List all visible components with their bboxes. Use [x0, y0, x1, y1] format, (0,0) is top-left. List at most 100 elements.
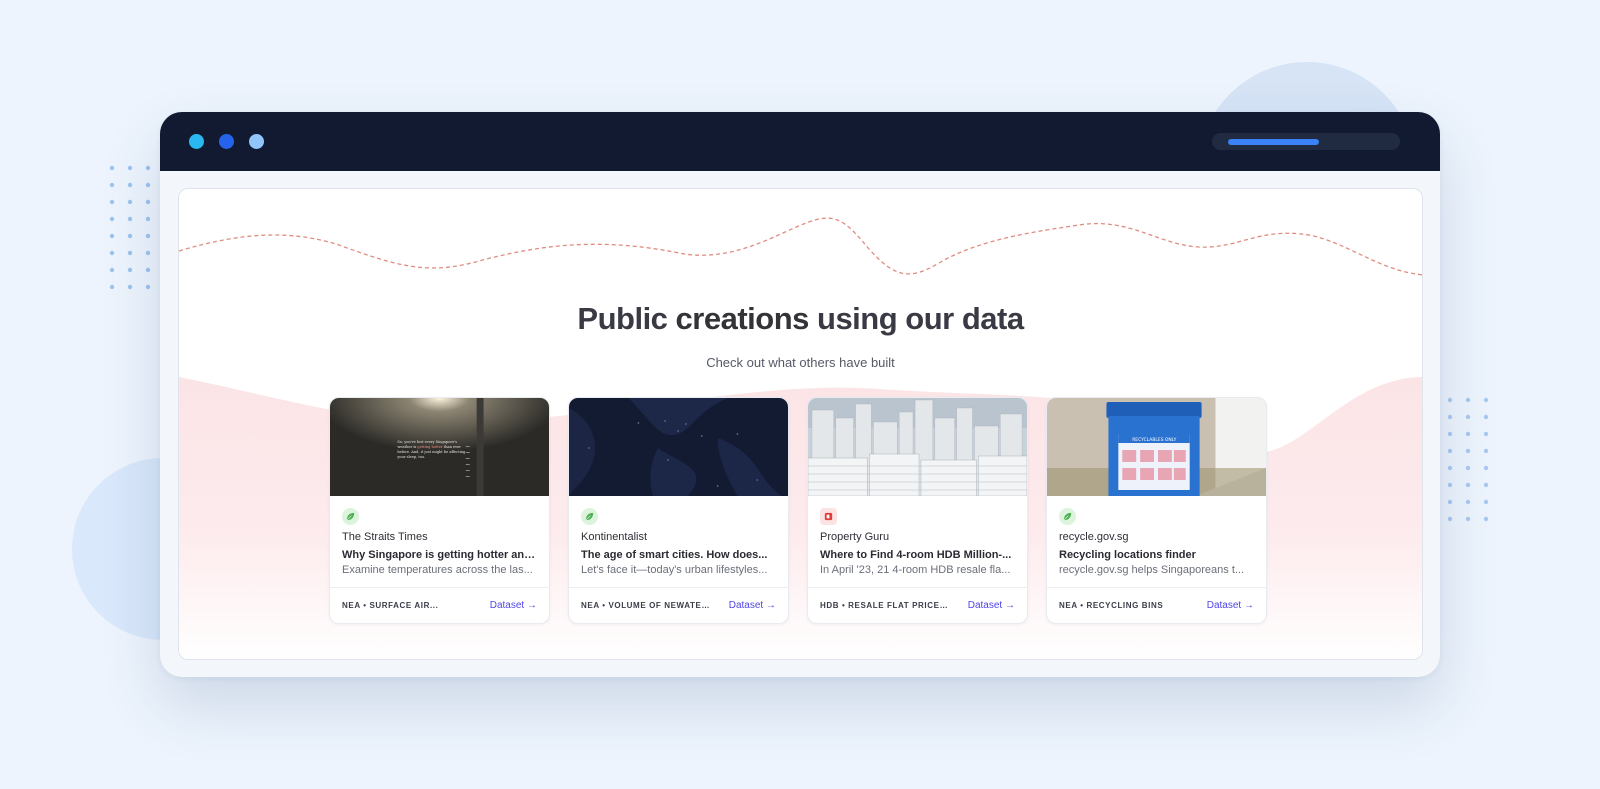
address-bar-progress	[1228, 139, 1319, 145]
decorative-dot	[109, 284, 115, 290]
svg-text:before. And, it just might be: before. And, it just might be affecting	[397, 450, 466, 454]
decorative-dot	[145, 284, 151, 290]
window-dot-light-blue	[249, 134, 264, 149]
creation-card[interactable]: Kontinentalist The age of smart cities. …	[568, 397, 789, 624]
decorative-dot	[1483, 499, 1489, 505]
decorative-dot	[1447, 414, 1453, 420]
dataset-tag: NEA • VOLUME OF NEWATER...	[581, 601, 711, 610]
decorative-dot	[145, 267, 151, 273]
decorative-dot	[1465, 516, 1471, 522]
decorative-dot	[1447, 448, 1453, 454]
decorative-dot	[1465, 448, 1471, 454]
decorative-dot	[145, 233, 151, 239]
card-source: The Straits Times	[342, 531, 428, 543]
card-description: recycle.gov.sg helps Singaporeans t...	[1059, 564, 1245, 576]
card-title[interactable]: Recycling locations finder	[1059, 549, 1254, 561]
svg-text:your sleep, too.: your sleep, too.	[396, 455, 425, 459]
decorative-dot	[1483, 397, 1489, 403]
decorative-dot	[145, 250, 151, 256]
decorative-dot	[1465, 482, 1471, 488]
creation-card[interactable]: Property Guru Where to Find 4-room HDB M…	[807, 397, 1028, 624]
card-image-map	[569, 398, 788, 496]
dot-grid-left	[109, 165, 151, 290]
decorative-dot	[127, 216, 133, 222]
decorative-dot	[127, 284, 133, 290]
decorative-dot	[1447, 482, 1453, 488]
recyclables-only-label: RECYCLABLES ONLY	[1132, 437, 1176, 443]
card-footer: NEA • SURFACE AIR... Dataset →	[330, 587, 549, 623]
decorative-dot	[127, 165, 133, 171]
decorative-dot	[1465, 397, 1471, 403]
decorative-dot	[109, 233, 115, 239]
card-description: Let's face it—today's urban lifestyles..…	[581, 564, 768, 576]
decorative-dot	[127, 199, 133, 205]
card-title[interactable]: The age of smart cities. How does...	[581, 549, 776, 561]
creation-card[interactable]: RECYCLABLES ONLY recycle.gov.sg Recyclin…	[1046, 397, 1267, 624]
card-image-straits-times: So, you've lost every Singapore's weathe…	[330, 398, 549, 496]
dataset-tag: HDB • RESALE FLAT PRICES...	[820, 601, 950, 610]
leaf-icon	[581, 508, 598, 525]
card-title[interactable]: Where to Find 4-room HDB Million-...	[820, 549, 1015, 561]
dataset-link[interactable]: Dataset →	[729, 600, 776, 611]
card-source: Kontinentalist	[581, 531, 648, 543]
decorative-dot	[1483, 516, 1489, 522]
dot-grid-right	[1447, 397, 1489, 522]
decorative-dot	[145, 199, 151, 205]
dataset-link[interactable]: Dataset →	[968, 600, 1015, 611]
svg-text:So, you've lost every Singapor: So, you've lost every Singapore's	[397, 440, 457, 444]
window-dot-blue	[219, 134, 234, 149]
decorative-dot	[1447, 516, 1453, 522]
decorative-dot	[1465, 414, 1471, 420]
dashed-wave-line	[179, 217, 1422, 276]
svg-text:weather is getting hotter than: weather is getting hotter than ever	[397, 445, 461, 449]
decorative-dot	[127, 182, 133, 188]
decorative-dot	[1447, 465, 1453, 471]
decorative-dot	[127, 267, 133, 273]
card-footer: HDB • RESALE FLAT PRICES... Dataset →	[808, 587, 1027, 623]
card-footer: NEA • RECYCLING BINS Dataset →	[1047, 587, 1266, 623]
decorative-dot	[109, 216, 115, 222]
decorative-dot	[145, 165, 151, 171]
decorative-dot	[109, 250, 115, 256]
decorative-dot	[127, 233, 133, 239]
decorative-dot	[1483, 431, 1489, 437]
leaf-icon	[1059, 508, 1076, 525]
address-bar[interactable]	[1212, 133, 1400, 150]
property-guru-icon	[820, 508, 837, 525]
decorative-dot	[1447, 499, 1453, 505]
decorative-dot	[1465, 499, 1471, 505]
dataset-tag: NEA • SURFACE AIR...	[342, 601, 439, 610]
content-panel: Public creations using our data Check ou…	[178, 188, 1423, 660]
page-subtitle: Check out what others have built	[706, 355, 895, 370]
dataset-link[interactable]: Dataset →	[490, 600, 537, 611]
decorative-dot	[1483, 414, 1489, 420]
decorative-dot	[1483, 482, 1489, 488]
decorative-dot	[127, 250, 133, 256]
page-title: Public creations using our data	[577, 301, 1024, 336]
card-image-recycling-bin: RECYCLABLES ONLY	[1047, 398, 1266, 496]
card-footer: NEA • VOLUME OF NEWATER... Dataset →	[569, 587, 788, 623]
page-title-emphasis: creations	[675, 301, 810, 336]
card-title[interactable]: Why Singapore is getting hotter and...	[342, 549, 537, 561]
card-source: recycle.gov.sg	[1059, 531, 1129, 543]
decorative-dot	[1447, 397, 1453, 403]
decorative-dot	[109, 267, 115, 273]
decorative-dot	[1465, 431, 1471, 437]
card-description: In April '23, 21 4-room HDB resale fla..…	[820, 564, 1011, 576]
card-image-hdb-flats	[808, 398, 1027, 496]
leaf-icon	[342, 508, 359, 525]
decorative-dot	[1483, 465, 1489, 471]
card-source: Property Guru	[820, 531, 890, 543]
decorative-dot	[145, 182, 151, 188]
browser-window: Public creations using our data Check ou…	[160, 112, 1440, 677]
dataset-link[interactable]: Dataset →	[1207, 600, 1254, 611]
creation-card[interactable]: So, you've lost every Singapore's weathe…	[329, 397, 550, 624]
window-dot-cyan	[189, 134, 204, 149]
card-description: Examine temperatures across the las...	[342, 564, 533, 576]
decorative-dot	[1465, 465, 1471, 471]
dataset-tag: NEA • RECYCLING BINS	[1059, 601, 1164, 610]
decorative-dot	[145, 216, 151, 222]
decorative-dot	[109, 182, 115, 188]
decorative-dot	[1447, 431, 1453, 437]
decorative-dot	[109, 199, 115, 205]
